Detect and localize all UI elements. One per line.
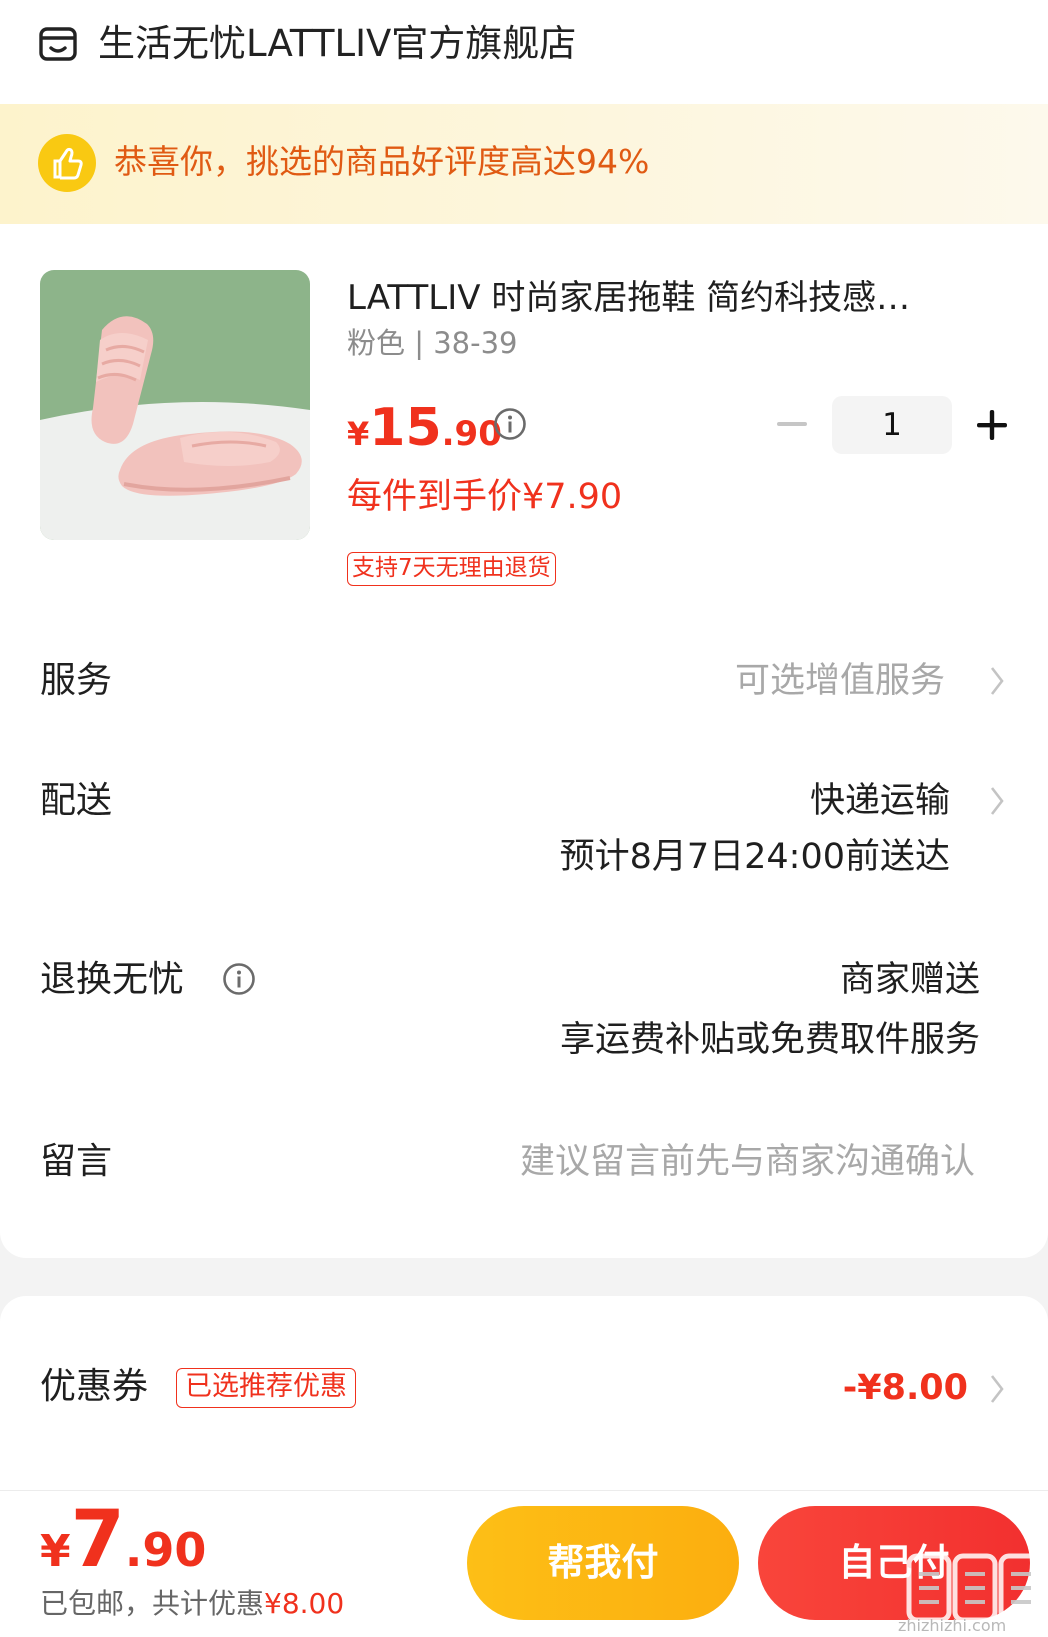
delivery-label: 配送 [40, 780, 113, 821]
return-policy-tag: 支持7天无理由退货 [347, 552, 556, 586]
chevron-right-icon[interactable] [988, 1372, 1006, 1406]
coupon-recommended-badge: 已选推荐优惠 [176, 1368, 356, 1408]
service-label: 服务 [40, 660, 113, 701]
product-price: ¥15.90 [347, 400, 502, 468]
chevron-right-icon[interactable] [988, 664, 1006, 698]
coupon-label: 优惠券 [40, 1366, 149, 1407]
returns-info-icon[interactable] [222, 962, 256, 996]
total-note-prefix: 已包邮，共计优惠 [40, 1587, 265, 1620]
total-integer: 7 [70, 1495, 125, 1585]
price-info-icon[interactable] [493, 407, 527, 441]
returns-detail: 享运费补贴或免费取件服务 [559, 1020, 980, 1060]
total-note: 已包邮，共计优惠¥8.00 [40, 1584, 344, 1624]
watermark-domain: zhizhizhi.com [898, 1616, 1007, 1635]
service-value[interactable]: 可选增值服务 [600, 656, 945, 706]
price-currency: ¥ [347, 415, 370, 453]
message-label: 留言 [40, 1141, 113, 1182]
store-icon[interactable] [38, 24, 78, 64]
rating-banner-text: 恭喜你，挑选的商品好评度高达94% [114, 142, 650, 181]
quantity-input[interactable]: 1 [832, 396, 952, 454]
product-title[interactable]: LATTLIV 时尚家居拖鞋 简约科技感… [347, 274, 997, 322]
final-unit-price: 每件到手价¥7.90 [347, 477, 623, 517]
coupon-value[interactable]: -¥8.00 [820, 1362, 968, 1414]
product-image[interactable] [40, 270, 310, 540]
thumbs-up-icon [38, 134, 96, 192]
product-spec[interactable]: 粉色 | 38-39 [347, 322, 517, 364]
help-me-pay-button[interactable]: 帮我付 [467, 1506, 739, 1620]
store-name[interactable]: 生活无忧LATTLIV官方旗舰店 [98, 18, 576, 70]
total-currency: ¥ [40, 1526, 71, 1577]
delivery-estimate: 预计8月7日24:00前送达 [559, 837, 950, 877]
total-note-amount: ¥8.00 [264, 1587, 345, 1620]
returns-value: 商家赠送 [839, 960, 980, 1000]
price-integer: 15 [369, 398, 442, 458]
quantity-decrease-button[interactable] [775, 402, 809, 446]
total-decimal: .90 [124, 1523, 207, 1577]
delivery-method[interactable]: 快递运输 [600, 776, 950, 826]
returns-label: 退换无忧 [40, 959, 185, 1000]
quantity-increase-button[interactable] [975, 408, 1009, 442]
chevron-right-icon[interactable] [988, 784, 1006, 818]
message-input[interactable]: 建议留言前先与商家沟通确认 [380, 1137, 975, 1187]
